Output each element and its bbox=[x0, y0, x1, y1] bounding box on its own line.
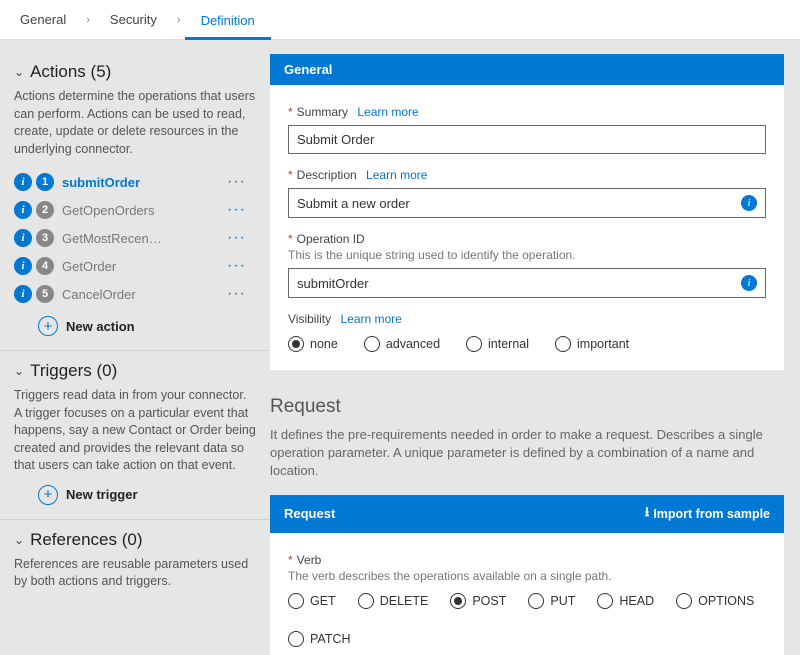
verb-radio-put[interactable]: PUT bbox=[528, 593, 575, 609]
download-icon: ⭳ bbox=[645, 503, 650, 525]
request-panel-title: Request bbox=[284, 506, 335, 521]
learn-more-link[interactable]: Learn more bbox=[366, 168, 427, 182]
index-badge: 5 bbox=[36, 285, 54, 303]
chevron-right-icon: › bbox=[173, 14, 185, 26]
triggers-title: Triggers (0) bbox=[30, 361, 117, 381]
index-badge: 2 bbox=[36, 201, 54, 219]
new-action-button[interactable]: + New action bbox=[38, 316, 256, 336]
verb-label: *Verb bbox=[288, 553, 766, 567]
operation-id-help: This is the unique string used to identi… bbox=[288, 248, 766, 262]
tab-definition[interactable]: Definition bbox=[185, 0, 271, 40]
info-icon: i bbox=[14, 201, 32, 219]
description-input[interactable]: Submit a new order i bbox=[288, 188, 766, 218]
verb-radio-post[interactable]: POST bbox=[450, 593, 506, 609]
verb-radio-patch[interactable]: PATCH bbox=[288, 631, 351, 647]
request-description: It defines the pre-requirements needed i… bbox=[270, 426, 784, 481]
verb-help: The verb describes the operations availa… bbox=[288, 569, 766, 583]
breadcrumb: General › Security › Definition bbox=[0, 0, 800, 40]
more-icon[interactable]: ··· bbox=[227, 173, 256, 191]
new-trigger-label: New trigger bbox=[66, 487, 138, 502]
index-badge: 1 bbox=[36, 173, 54, 191]
tab-security[interactable]: Security bbox=[94, 0, 173, 40]
triggers-description: Triggers read data in from your connecto… bbox=[14, 387, 256, 475]
summary-value: Submit Order bbox=[297, 132, 374, 147]
operation-id-value: submitOrder bbox=[297, 276, 369, 291]
sidebar-item-getmostrecent[interactable]: i 3 GetMostRecen… ··· bbox=[14, 224, 256, 252]
sidebar-section-actions[interactable]: ⌄ Actions (5) bbox=[14, 62, 256, 82]
sidebar-item-cancelorder[interactable]: i 5 CancelOrder ··· bbox=[14, 280, 256, 308]
action-label: CancelOrder bbox=[62, 287, 136, 302]
actions-description: Actions determine the operations that us… bbox=[14, 88, 256, 158]
description-label: *Description Learn more bbox=[288, 168, 766, 182]
info-icon: i bbox=[14, 285, 32, 303]
more-icon[interactable]: ··· bbox=[227, 229, 256, 247]
verb-radio-head[interactable]: HEAD bbox=[597, 593, 654, 609]
learn-more-link[interactable]: Learn more bbox=[357, 105, 418, 119]
references-title: References (0) bbox=[30, 530, 142, 550]
visibility-label: Visibility Learn more bbox=[288, 312, 766, 326]
general-panel-body: *Summary Learn more Submit Order *Descri… bbox=[270, 85, 784, 370]
sidebar-item-submitorder[interactable]: i 1 submitOrder ··· bbox=[14, 168, 256, 196]
sidebar-item-getorder[interactable]: i 4 GetOrder ··· bbox=[14, 252, 256, 280]
sidebar-section-references[interactable]: ⌄ References (0) bbox=[14, 530, 256, 550]
actions-list: i 1 submitOrder ··· i 2 GetOpenOrders ··… bbox=[14, 168, 256, 308]
chevron-down-icon: ⌄ bbox=[14, 364, 24, 378]
visibility-radio-advanced[interactable]: advanced bbox=[364, 336, 440, 352]
divider bbox=[0, 350, 270, 351]
index-badge: 3 bbox=[36, 229, 54, 247]
visibility-radio-internal[interactable]: internal bbox=[466, 336, 529, 352]
operation-id-label: *Operation ID bbox=[288, 232, 766, 246]
operation-id-input[interactable]: submitOrder i bbox=[288, 268, 766, 298]
visibility-radio-none[interactable]: none bbox=[288, 336, 338, 352]
info-icon[interactable]: i bbox=[741, 275, 757, 291]
chevron-right-icon: › bbox=[82, 14, 94, 26]
sidebar-item-getopenorders[interactable]: i 2 GetOpenOrders ··· bbox=[14, 196, 256, 224]
info-icon: i bbox=[14, 173, 32, 191]
verb-radio-delete[interactable]: DELETE bbox=[358, 593, 429, 609]
more-icon[interactable]: ··· bbox=[227, 285, 256, 303]
verb-radio-options[interactable]: OPTIONS bbox=[676, 593, 754, 609]
plus-icon: + bbox=[38, 316, 58, 336]
summary-label: *Summary Learn more bbox=[288, 105, 766, 119]
divider bbox=[0, 519, 270, 520]
request-title: Request bbox=[270, 396, 784, 418]
actions-title: Actions (5) bbox=[30, 62, 111, 82]
chevron-down-icon: ⌄ bbox=[14, 65, 24, 79]
description-value: Submit a new order bbox=[297, 196, 410, 211]
general-panel-title: General bbox=[284, 62, 332, 77]
new-trigger-button[interactable]: + New trigger bbox=[38, 485, 256, 505]
sidebar-section-triggers[interactable]: ⌄ Triggers (0) bbox=[14, 361, 256, 381]
new-action-label: New action bbox=[66, 319, 135, 334]
info-icon: i bbox=[14, 229, 32, 247]
info-icon[interactable]: i bbox=[741, 195, 757, 211]
request-section: Request It defines the pre-requirements … bbox=[270, 396, 784, 655]
info-icon: i bbox=[14, 257, 32, 275]
content-area: General *Summary Learn more Submit Order… bbox=[270, 40, 800, 655]
plus-icon: + bbox=[38, 485, 58, 505]
visibility-radio-important[interactable]: important bbox=[555, 336, 629, 352]
request-panel-header: Request ⭳ Import from sample bbox=[270, 495, 784, 533]
verb-radio-get[interactable]: GET bbox=[288, 593, 336, 609]
chevron-down-icon: ⌄ bbox=[14, 533, 24, 547]
tab-general[interactable]: General bbox=[4, 0, 82, 40]
verb-radio-group: GET DELETE POST PUT HEAD OPTIONS PATCH bbox=[288, 593, 766, 647]
action-label: GetOpenOrders bbox=[62, 203, 155, 218]
learn-more-link[interactable]: Learn more bbox=[340, 312, 401, 326]
action-label: GetOrder bbox=[62, 259, 116, 274]
visibility-radio-group: none advanced internal important bbox=[288, 336, 766, 352]
general-panel-header: General bbox=[270, 54, 784, 85]
references-description: References are reusable parameters used … bbox=[14, 556, 256, 591]
index-badge: 4 bbox=[36, 257, 54, 275]
import-from-sample-button[interactable]: ⭳ Import from sample bbox=[645, 503, 770, 525]
request-panel-body: *Verb The verb describes the operations … bbox=[270, 533, 784, 655]
more-icon[interactable]: ··· bbox=[227, 257, 256, 275]
sidebar: ⌄ Actions (5) Actions determine the oper… bbox=[0, 40, 270, 655]
more-icon[interactable]: ··· bbox=[227, 201, 256, 219]
summary-input[interactable]: Submit Order bbox=[288, 125, 766, 154]
action-label: GetMostRecen… bbox=[62, 231, 162, 246]
action-label: submitOrder bbox=[62, 175, 140, 190]
